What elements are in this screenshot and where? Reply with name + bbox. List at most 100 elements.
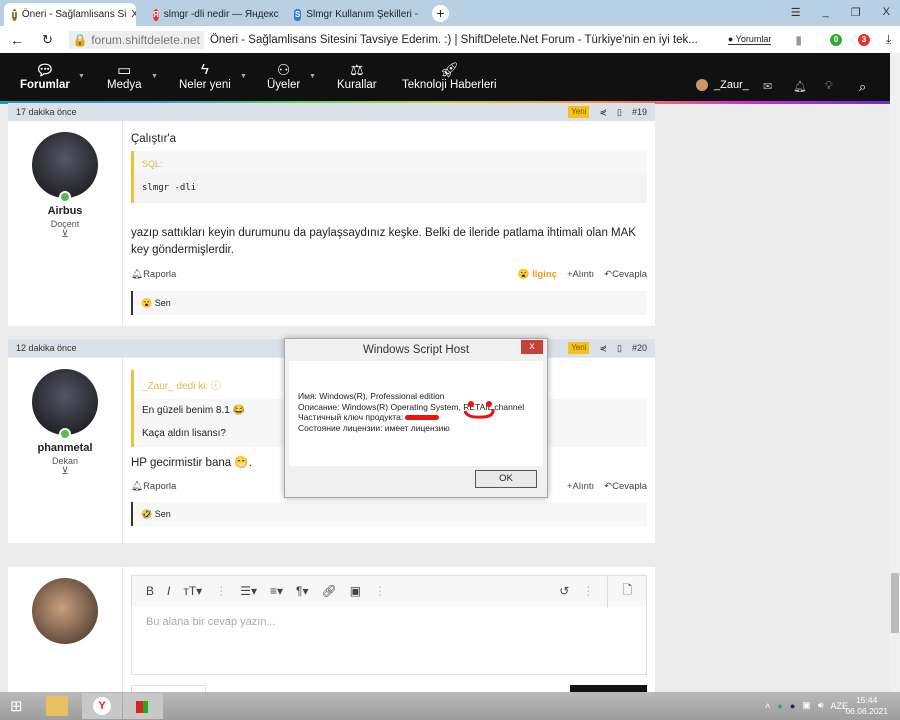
reacted-by: Sen <box>154 298 171 308</box>
reply-button[interactable]: ↶Cevapla <box>604 481 647 492</box>
reload-icon[interactable]: ↻ <box>42 32 53 48</box>
post-number[interactable]: #20 <box>632 339 647 357</box>
tab-yandex[interactable]: Яslmgr -dli nedir — Яндекс <box>145 3 280 26</box>
code-block: SQL: slmgr -dli <box>131 151 647 203</box>
url-domain[interactable]: 🔒 forum.shiftdelete.net <box>68 30 204 49</box>
close-tab-icon[interactable]: X <box>131 9 136 20</box>
share-icon[interactable]: ⋞ <box>599 339 607 357</box>
date: 06.06.2021 <box>845 706 888 716</box>
current-user-avatar <box>32 578 98 644</box>
user-menu[interactable]: _Zaur_ <box>696 79 749 91</box>
bookmark-icon[interactable]: ▯ <box>617 339 622 357</box>
undo-icon[interactable]: ↺ <box>559 584 569 598</box>
nav-teknoloji-haberleri[interactable]: 🚀︎ Teknoloji Haberleri <box>402 61 497 91</box>
script-host-taskbar-icon[interactable] <box>123 693 163 719</box>
username[interactable]: Airbus <box>8 205 122 217</box>
reactions-bar[interactable]: 😮 Sen <box>131 291 647 315</box>
search-icon[interactable]: ⌕ <box>859 79 866 95</box>
inbox-icon[interactable]: ✉ <box>763 80 772 93</box>
caret-down-icon[interactable]: ▼ <box>309 73 316 80</box>
report-button[interactable]: 🔔︎Raporla <box>131 269 176 280</box>
nav-uyeler[interactable]: ⚇ Üyeler <box>267 61 300 91</box>
yandex-icon: Я <box>153 8 159 21</box>
network-icon[interactable]: ▣ <box>802 700 811 711</box>
security-icon[interactable]: ● <box>777 701 782 711</box>
reply-label: Cevapla <box>612 481 647 492</box>
extension-icon[interactable]: 0 <box>829 33 842 46</box>
tray-expand-icon[interactable]: ˄ <box>765 701 770 711</box>
adblock-icon[interactable]: 3 <box>857 33 870 46</box>
tab-slmgr[interactable]: S Slmgr Kullanım Şekilleri - <box>286 3 426 26</box>
bell-icon[interactable]: 🔔︎ <box>793 80 807 93</box>
dialog-line: Частичный ключ продукта: <box>298 412 404 422</box>
reply-input[interactable]: Bu alana bir cevap yazın... <box>132 606 646 638</box>
bookmark-icon[interactable]: ▮ <box>795 33 802 47</box>
clock[interactable]: 15:44 06.06.2021 <box>845 695 888 717</box>
reaction-button[interactable]: 😮 İlginç <box>518 269 557 280</box>
nav-medya[interactable]: ▭ Medya <box>107 61 142 91</box>
share-icon[interactable]: ⋞ <box>599 103 607 121</box>
paragraph-icon[interactable]: ¶▾ <box>296 584 308 598</box>
post-time[interactable]: 12 dakika önce <box>16 343 77 353</box>
ok-button[interactable]: OK <box>475 470 537 488</box>
caret-down-icon[interactable]: ▼ <box>151 73 158 80</box>
post-text: Çalıştır'a <box>131 133 177 145</box>
menu-icon[interactable]: ☰ <box>791 6 801 19</box>
rocket-icon: 🚀︎ <box>439 62 459 79</box>
editor: B IтT▾ ⋮ ☰▾ ≡▾ ¶▾ 🔗︎ ▣ ⋮ ↺ ⋮ 🗋 Bu alana bir cev… <box>131 574 647 675</box>
code-content: slmgr -dli <box>134 175 647 203</box>
page-title[interactable]: Öneri - Sağlamlisans Sitesini Tavsiye Ed… <box>210 34 698 46</box>
align-icon[interactable]: ≡▾ <box>270 584 283 598</box>
bulb-icon[interactable]: 💡︎ <box>825 80 833 93</box>
back-icon[interactable]: ← <box>10 32 24 48</box>
text-size-icon[interactable]: тT▾ <box>183 584 202 598</box>
nav-kurallar[interactable]: ⚖ Kurallar <box>337 61 377 91</box>
bookmark-icon[interactable]: ▯ <box>617 103 622 121</box>
more-icon[interactable]: ⋮ <box>374 584 386 598</box>
caret-down-icon[interactable]: ▼ <box>240 73 247 80</box>
post-time[interactable]: 17 dakika önce <box>16 107 77 117</box>
file-explorer-icon[interactable] <box>46 696 68 716</box>
dialog-line: Состояние лицензии: имеет лицензию <box>298 422 450 433</box>
preview-icon[interactable]: 🗋 <box>607 574 646 608</box>
bluetooth-icon[interactable]: ● <box>790 701 795 711</box>
quote-label: Alıntı <box>572 481 595 492</box>
report-button[interactable]: 🔔︎Raporla <box>131 481 176 492</box>
script-host-dialog: Windows Script Host x Имя: Windows(R), P… <box>284 338 548 498</box>
volume-icon[interactable]: 🔊︎ <box>818 700 824 711</box>
restore-button[interactable]: ❐ <box>851 6 861 19</box>
image-icon[interactable]: ▣ <box>350 584 361 598</box>
new-tab-button[interactable]: + <box>432 5 449 22</box>
user-avatar <box>696 79 708 91</box>
bold-icon[interactable]: B <box>146 584 154 598</box>
windows-start-icon[interactable]: ⊞ <box>10 697 23 715</box>
username[interactable]: phanmetal <box>8 442 122 454</box>
expand-icon[interactable]: ⊻ <box>8 229 122 240</box>
tab-title: Slmgr Kullanım Şekilleri - <box>306 9 418 20</box>
list-icon[interactable]: ☰▾ <box>240 584 257 598</box>
avatar[interactable] <box>32 369 98 440</box>
tab-active[interactable]: T Öneri - Sağlamlisans Si X <box>4 3 136 26</box>
download-icon[interactable]: ⤓ <box>886 32 891 47</box>
expand-icon[interactable]: ⊻ <box>8 466 122 477</box>
minimize-button[interactable]: _ <box>823 6 829 19</box>
comments-button[interactable]: ● Yorumlar <box>727 34 772 45</box>
post-number[interactable]: #19 <box>632 103 647 121</box>
reactions-bar[interactable]: 🤣 Sen <box>131 502 647 526</box>
quote-button[interactable]: +Alıntı <box>567 481 594 492</box>
avatar[interactable] <box>32 132 98 203</box>
scrollbar[interactable] <box>890 53 900 692</box>
more-icon[interactable]: ⋮ <box>215 584 227 598</box>
italic-icon[interactable]: I <box>167 584 170 598</box>
quote-button[interactable]: +Alıntı <box>567 269 594 280</box>
reply-button[interactable]: ↶Cevapla <box>604 269 647 280</box>
nav-forumlar[interactable]: 💬︎ Forumlar <box>20 61 70 91</box>
caret-down-icon[interactable]: ▼ <box>78 73 85 80</box>
link-icon[interactable]: 🔗︎ <box>322 584 337 598</box>
dialog-close-button[interactable]: x <box>521 340 543 354</box>
post: Airbus Doçent ⊻ Çalıştır'a SQL: slmgr -d… <box>8 121 655 326</box>
more-icon[interactable]: ⋮ <box>582 584 594 598</box>
nav-neler-yeni[interactable]: ϟ Neler yeni <box>179 61 231 91</box>
close-window-button[interactable]: X <box>883 6 890 19</box>
yandex-browser-icon[interactable]: Y <box>82 693 122 719</box>
